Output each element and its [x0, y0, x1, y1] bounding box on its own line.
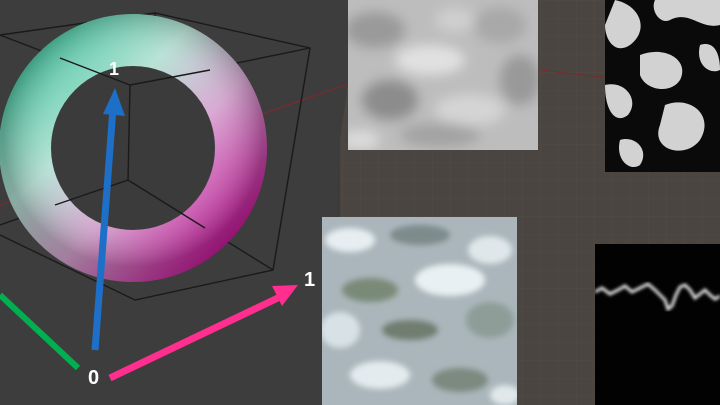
- z-axis-label: 1: [109, 59, 120, 79]
- texture-preview-cloud-noise[interactable]: [340, 0, 540, 150]
- origin-label: 0: [88, 367, 100, 389]
- texture-preview-blob-threshold[interactable]: [605, 0, 720, 172]
- x-axis-label: 1: [304, 269, 316, 291]
- texture-preview-bumpy-surface[interactable]: [320, 217, 520, 405]
- viewport-canvas: [0, 0, 720, 405]
- 3d-viewport[interactable]: 1 1 0: [0, 0, 720, 405]
- texture-preview-waveform[interactable]: [595, 244, 720, 405]
